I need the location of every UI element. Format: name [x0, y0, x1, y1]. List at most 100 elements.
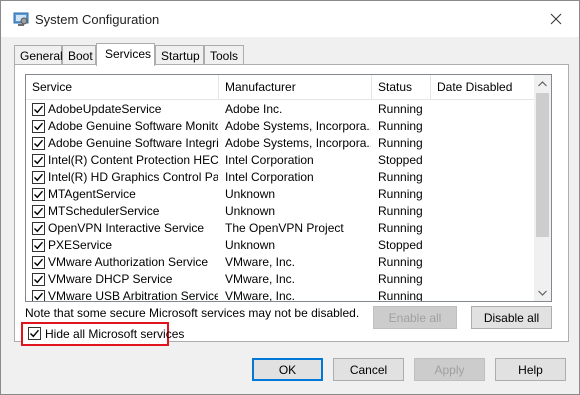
service-checkbox[interactable]	[32, 120, 45, 133]
check-icon	[34, 258, 44, 267]
chevron-down-icon	[538, 290, 547, 296]
service-status: Running	[378, 119, 423, 133]
service-status: Running	[378, 170, 423, 184]
table-row[interactable]: PXEService Unknown Stopped	[26, 237, 536, 254]
table-row[interactable]: Intel(R) Content Protection HEC... Intel …	[26, 152, 536, 169]
service-name: VMware USB Arbitration Service	[48, 289, 218, 302]
column-header-date-disabled[interactable]: Date Disabled	[431, 75, 536, 99]
service-status: Running	[378, 289, 423, 302]
list-body: AdobeUpdateService Adobe Inc. Running Adobe…	[26, 101, 536, 302]
service-checkbox[interactable]	[32, 256, 45, 269]
service-checkbox[interactable]	[32, 290, 45, 301]
table-row[interactable]: VMware Authorization Service VMware, Inc.…	[26, 254, 536, 271]
service-name: MTSchedulerService	[48, 204, 160, 218]
scroll-up-button[interactable]	[534, 75, 551, 92]
table-row[interactable]: OpenVPN Interactive Service The OpenVPN P…	[26, 220, 536, 237]
service-checkbox[interactable]	[32, 171, 45, 184]
service-manufacturer: VMware, Inc.	[225, 272, 296, 286]
table-row[interactable]: Intel(R) HD Graphics Control Pa... Intel …	[26, 169, 536, 186]
service-status: Running	[378, 102, 423, 116]
tab-tools[interactable]: Tools	[204, 45, 244, 65]
service-manufacturer: Intel Corporation	[225, 170, 314, 184]
service-status: Running	[378, 221, 423, 235]
service-checkbox[interactable]	[32, 137, 45, 150]
tab-boot[interactable]: Boot	[62, 45, 96, 65]
service-manufacturer: Unknown	[225, 204, 276, 218]
service-name: Adobe Genuine Software Monito...	[48, 119, 218, 133]
window-title: System Configuration	[35, 12, 160, 27]
table-row[interactable]: VMware USB Arbitration Service VMware, In…	[26, 288, 536, 302]
cancel-button[interactable]: Cancel	[333, 358, 404, 381]
service-status: Stopped	[378, 238, 423, 252]
check-icon	[34, 105, 44, 114]
hide-microsoft-services-label[interactable]: Hide all Microsoft services	[45, 327, 184, 341]
check-icon	[30, 329, 40, 338]
system-config-icon	[13, 11, 29, 27]
scroll-thumb[interactable]	[536, 93, 549, 237]
check-icon	[34, 241, 44, 250]
service-name: AdobeUpdateService	[48, 102, 162, 116]
ok-button[interactable]: OK	[252, 358, 323, 381]
table-row[interactable]: Adobe Genuine Software Monito... Adobe Sy…	[26, 118, 536, 135]
check-icon	[34, 190, 44, 199]
column-header-manufacturer[interactable]: Manufacturer	[219, 75, 372, 99]
service-checkbox[interactable]	[32, 273, 45, 286]
service-name: Intel(R) HD Graphics Control Pa...	[48, 170, 218, 184]
service-manufacturer: VMware, Inc.	[225, 289, 296, 302]
service-manufacturer: Adobe Systems, Incorpora...	[225, 119, 371, 133]
enable-all-button[interactable]: Enable all	[373, 306, 457, 329]
help-button[interactable]: Help	[495, 358, 566, 381]
check-icon	[34, 139, 44, 148]
system-configuration-window: System Configuration General Boot Servic…	[0, 0, 580, 395]
service-name: VMware DHCP Service	[48, 272, 173, 286]
disable-all-button[interactable]: Disable all	[471, 306, 552, 329]
service-checkbox[interactable]	[32, 205, 45, 218]
service-status: Running	[378, 204, 423, 218]
service-status: Running	[378, 255, 423, 269]
service-manufacturer: Adobe Inc.	[225, 102, 283, 116]
service-checkbox[interactable]	[32, 222, 45, 235]
table-row[interactable]: VMware DHCP Service VMware, Inc. Running	[26, 271, 536, 288]
service-checkbox[interactable]	[32, 239, 45, 252]
service-checkbox[interactable]	[32, 188, 45, 201]
service-name: PXEService	[48, 238, 113, 252]
vertical-scrollbar[interactable]	[534, 75, 551, 301]
service-checkbox[interactable]	[32, 154, 45, 167]
table-row[interactable]: Adobe Genuine Software Integri... Adobe S…	[26, 135, 536, 152]
service-manufacturer: Adobe Systems, Incorpora...	[225, 136, 371, 150]
service-status: Running	[378, 272, 423, 286]
service-checkbox[interactable]	[32, 103, 45, 116]
tab-services[interactable]: Services	[96, 43, 155, 66]
check-icon	[34, 292, 44, 301]
apply-button[interactable]: Apply	[414, 358, 485, 381]
column-header-service[interactable]: Service	[26, 75, 219, 99]
service-status: Running	[378, 136, 423, 150]
table-row[interactable]: MTSchedulerService Unknown Running	[26, 203, 536, 220]
check-icon	[34, 275, 44, 284]
service-status: Stopped	[378, 153, 423, 167]
note-text: Note that some secure Microsoft services…	[25, 306, 360, 320]
list-header: Service Manufacturer Status Date Disable…	[26, 75, 536, 100]
close-icon	[550, 13, 562, 25]
check-icon	[34, 207, 44, 216]
check-icon	[34, 173, 44, 182]
service-manufacturer: Unknown	[225, 187, 276, 201]
column-header-status[interactable]: Status	[372, 75, 431, 99]
services-panel: Service Manufacturer Status Date Disable…	[14, 64, 569, 346]
service-manufacturer: Intel Corporation	[225, 153, 314, 167]
scroll-down-button[interactable]	[534, 284, 551, 301]
services-list[interactable]: Service Manufacturer Status Date Disable…	[25, 74, 552, 302]
close-button[interactable]	[533, 1, 579, 37]
tab-startup[interactable]: Startup	[155, 45, 204, 65]
service-status: Running	[378, 187, 423, 201]
title-bar: System Configuration	[1, 1, 579, 37]
table-row[interactable]: MTAgentService Unknown Running	[26, 186, 536, 203]
tab-general[interactable]: General	[14, 45, 63, 65]
service-name: MTAgentService	[48, 187, 136, 201]
chevron-up-icon	[538, 80, 547, 86]
check-icon	[34, 156, 44, 165]
hide-microsoft-services-checkbox[interactable]	[28, 327, 41, 340]
service-manufacturer: Unknown	[225, 238, 276, 252]
service-name: OpenVPN Interactive Service	[48, 221, 205, 235]
table-row[interactable]: AdobeUpdateService Adobe Inc. Running	[26, 101, 536, 118]
